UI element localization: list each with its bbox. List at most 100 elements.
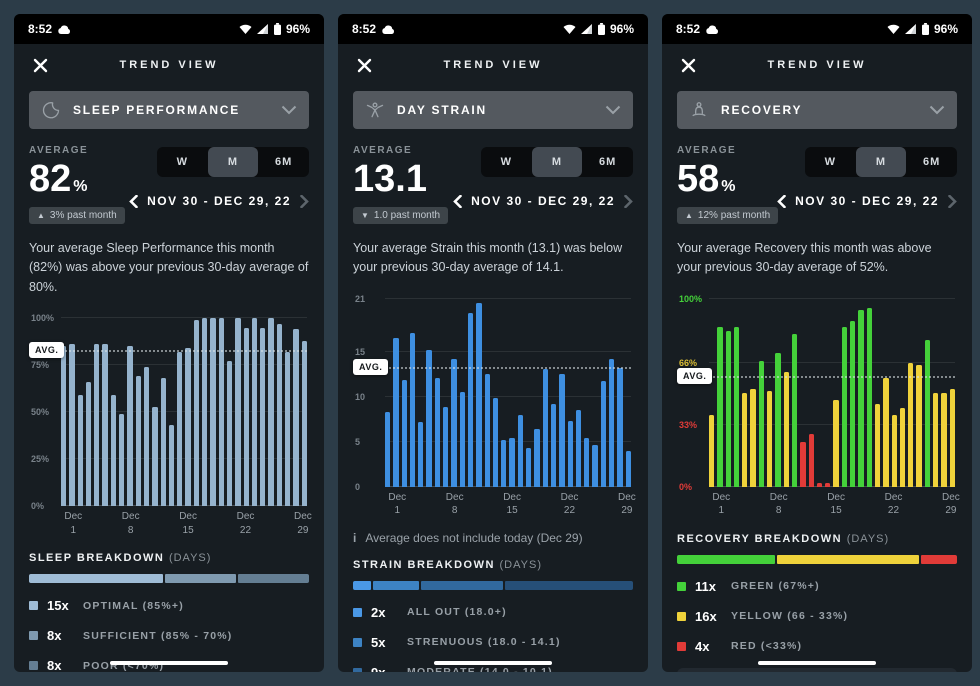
chart-bar[interactable] bbox=[792, 334, 797, 486]
chart-bar[interactable] bbox=[626, 451, 631, 487]
chart-bar[interactable] bbox=[825, 483, 830, 487]
chart-bar[interactable] bbox=[426, 350, 431, 487]
chart-bar[interactable] bbox=[94, 344, 99, 506]
chart-bar[interactable] bbox=[601, 381, 606, 487]
chart-bar[interactable] bbox=[86, 382, 91, 506]
next-range-chevron-icon[interactable] bbox=[300, 195, 309, 208]
next-range-chevron-icon[interactable] bbox=[624, 195, 633, 208]
chart-bar[interactable] bbox=[858, 310, 863, 487]
metric-selector-dropdown[interactable]: DAY STRAIN bbox=[353, 91, 633, 129]
chart-bar[interactable] bbox=[302, 341, 307, 506]
chart-bar[interactable] bbox=[202, 318, 207, 506]
chart-bar[interactable] bbox=[493, 398, 498, 487]
metric-selector-dropdown[interactable]: SLEEP PERFORMANCE bbox=[29, 91, 309, 129]
chart-bar[interactable] bbox=[136, 376, 141, 506]
chart-bar[interactable] bbox=[941, 393, 946, 487]
chart-bar[interactable] bbox=[800, 442, 805, 487]
range-toggle-option-6m[interactable]: 6M bbox=[906, 147, 957, 177]
chart-bar[interactable] bbox=[119, 414, 124, 506]
prev-range-chevron-icon[interactable] bbox=[453, 195, 462, 208]
chart-bar[interactable] bbox=[568, 421, 573, 486]
chart-bar[interactable] bbox=[526, 448, 531, 486]
chart-bar[interactable] bbox=[750, 389, 755, 487]
chart-bar[interactable] bbox=[185, 348, 190, 506]
chart-bar[interactable] bbox=[293, 329, 298, 506]
chart-bar[interactable] bbox=[850, 321, 855, 486]
chart-bar[interactable] bbox=[900, 408, 905, 487]
chart-bar[interactable] bbox=[908, 363, 913, 487]
chart-bar[interactable] bbox=[161, 378, 166, 506]
range-toggle-option-m[interactable]: M bbox=[208, 147, 259, 177]
home-indicator[interactable] bbox=[434, 661, 552, 665]
chart-bar[interactable] bbox=[875, 404, 880, 487]
range-toggle-option-m[interactable]: M bbox=[532, 147, 583, 177]
chart-bar[interactable] bbox=[709, 415, 714, 486]
chart-bar[interactable] bbox=[476, 303, 481, 487]
next-range-chevron-icon[interactable] bbox=[948, 195, 957, 208]
chart-bar[interactable] bbox=[393, 338, 398, 487]
chart-bar[interactable] bbox=[127, 346, 132, 506]
chart-bar[interactable] bbox=[609, 359, 614, 487]
chart-bar[interactable] bbox=[152, 407, 157, 507]
chart-bar[interactable] bbox=[559, 374, 564, 487]
chart-bar[interactable] bbox=[277, 324, 282, 506]
chart-bar[interactable] bbox=[443, 407, 448, 487]
chart-bar[interactable] bbox=[775, 353, 780, 486]
range-toggle-option-6m[interactable]: 6M bbox=[258, 147, 309, 177]
chart-bar[interactable] bbox=[784, 372, 789, 487]
chart-bar[interactable] bbox=[194, 320, 199, 506]
chart-bar[interactable] bbox=[169, 425, 174, 506]
chart-bar[interactable] bbox=[742, 393, 747, 487]
range-toggle-option-6m[interactable]: 6M bbox=[582, 147, 633, 177]
chart-bar[interactable] bbox=[102, 344, 107, 506]
chart-bar[interactable] bbox=[509, 438, 514, 486]
chart-bar[interactable] bbox=[260, 328, 265, 507]
chart-bar[interactable] bbox=[210, 318, 215, 506]
range-toggle-option-w[interactable]: W bbox=[481, 147, 532, 177]
chart-bar[interactable] bbox=[833, 400, 838, 486]
chart-bar[interactable] bbox=[460, 392, 465, 487]
chart-bar[interactable] bbox=[883, 378, 888, 487]
chart-bar[interactable] bbox=[925, 340, 930, 487]
what-is-metric-card[interactable]: What is Recovery? bbox=[677, 668, 957, 672]
close-icon[interactable] bbox=[677, 54, 699, 76]
prev-range-chevron-icon[interactable] bbox=[129, 195, 138, 208]
chart-bar[interactable] bbox=[177, 352, 182, 506]
chart-bar[interactable] bbox=[410, 333, 415, 487]
chart-bar[interactable] bbox=[518, 415, 523, 487]
chart-bar[interactable] bbox=[69, 344, 74, 506]
chart-bar[interactable] bbox=[817, 483, 822, 487]
chart-bar[interactable] bbox=[809, 434, 814, 487]
home-indicator[interactable] bbox=[110, 661, 228, 665]
chart-bar[interactable] bbox=[235, 318, 240, 506]
chart-bar[interactable] bbox=[584, 438, 589, 486]
metric-selector-dropdown[interactable]: RECOVERY bbox=[677, 91, 957, 129]
chart-bar[interactable] bbox=[451, 359, 456, 487]
chart-bar[interactable] bbox=[285, 352, 290, 506]
chart-bar[interactable] bbox=[252, 318, 257, 506]
chart-bar[interactable] bbox=[534, 429, 539, 486]
chart-bar[interactable] bbox=[950, 389, 955, 487]
chart-bar[interactable] bbox=[268, 318, 273, 506]
chart-bar[interactable] bbox=[576, 410, 581, 487]
chart-bar[interactable] bbox=[592, 445, 597, 487]
chart-bar[interactable] bbox=[435, 378, 440, 486]
chart-bar[interactable] bbox=[111, 395, 116, 506]
chart-bar[interactable] bbox=[227, 361, 232, 506]
close-icon[interactable] bbox=[353, 54, 375, 76]
home-indicator[interactable] bbox=[758, 661, 876, 665]
chart-bar[interactable] bbox=[726, 331, 731, 487]
chart-bar[interactable] bbox=[759, 361, 764, 487]
range-toggle-option-m[interactable]: M bbox=[856, 147, 907, 177]
chart-bar[interactable] bbox=[144, 367, 149, 506]
chart-bar[interactable] bbox=[842, 327, 847, 487]
chart-bar[interactable] bbox=[219, 318, 224, 506]
chart-bar[interactable] bbox=[485, 374, 490, 487]
chart-bar[interactable] bbox=[867, 308, 872, 487]
chart-bar[interactable] bbox=[892, 415, 897, 486]
chart-bar[interactable] bbox=[385, 412, 390, 487]
chart-bar[interactable] bbox=[468, 313, 473, 487]
chart-bar[interactable] bbox=[933, 393, 938, 487]
chart-bar[interactable] bbox=[418, 422, 423, 486]
chart-bar[interactable] bbox=[61, 346, 66, 506]
